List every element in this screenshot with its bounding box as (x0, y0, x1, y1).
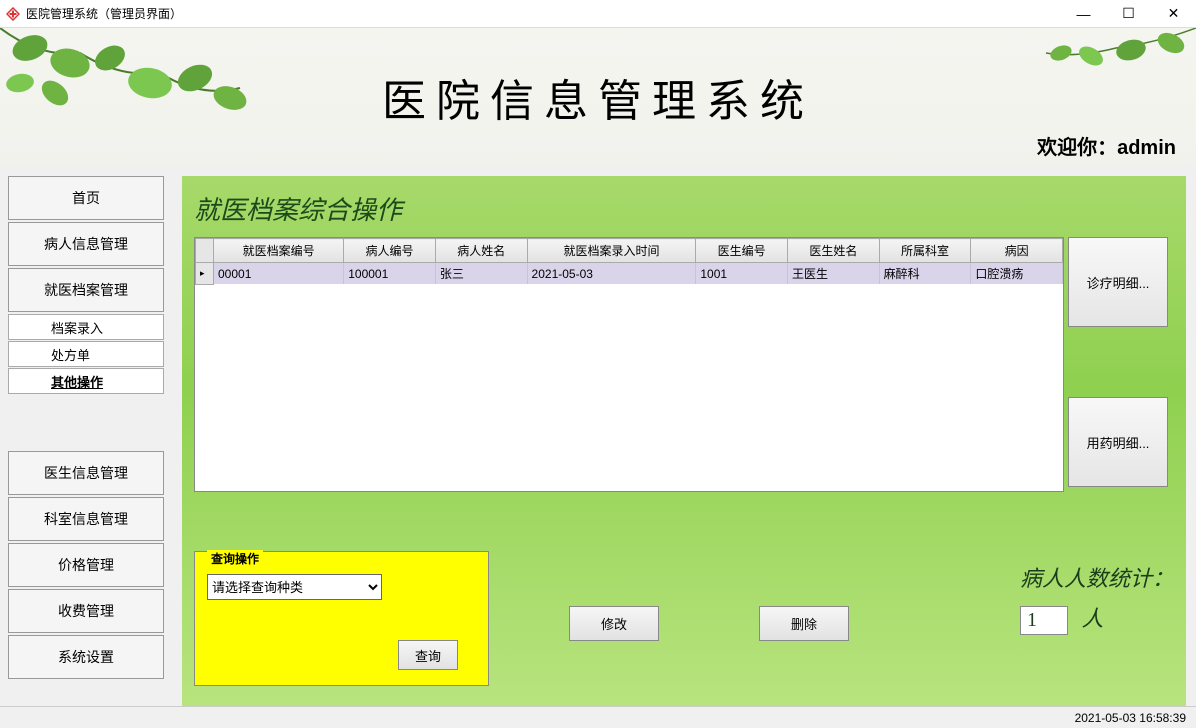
records-table[interactable]: 就医档案编号 病人编号 病人姓名 就医档案录入时间 医生编号 医生姓名 所属科室… (194, 237, 1064, 492)
nav-home[interactable]: 首页 (8, 176, 164, 220)
col-record-id[interactable]: 就医档案编号 (214, 239, 344, 263)
modify-button[interactable]: 修改 (569, 606, 659, 641)
banner: 医院信息管理系统 欢迎你：admin (0, 28, 1196, 166)
nav-sub-other-ops[interactable]: 其他操作 (8, 368, 164, 394)
nav-sub-prescription[interactable]: 处方单 (8, 341, 164, 367)
nav-dept-info[interactable]: 科室信息管理 (8, 497, 164, 541)
main-panel: 就医档案综合操作 就医档案编号 病人编号 病人姓名 就医档案录入时间 医生编号 … (182, 176, 1186, 706)
col-cause[interactable]: 病因 (971, 239, 1063, 263)
query-panel: 查询操作 请选择查询种类 查询 (194, 551, 489, 686)
banner-title: 医院信息管理系统 (382, 65, 814, 129)
table-row[interactable]: ▸ 00001 100001 张三 2021-05-03 1001 王医生 麻醉… (196, 263, 1063, 285)
sidebar: 首页 病人信息管理 就医档案管理 档案录入 处方单 其他操作 医生信息管理 科室… (0, 166, 172, 706)
medicine-detail-button[interactable]: 用药明细... (1068, 397, 1168, 487)
titlebar: 医院管理系统（管理员界面） — ☐ ✕ (0, 0, 1196, 28)
leaves-decoration-right (1016, 28, 1196, 88)
statusbar-datetime: 2021-05-03 16:58:39 (1075, 711, 1186, 725)
main-title: 就医档案综合操作 (194, 186, 1174, 237)
minimize-button[interactable]: — (1061, 0, 1106, 28)
nav-price-mgmt[interactable]: 价格管理 (8, 543, 164, 587)
col-patient-id[interactable]: 病人编号 (344, 239, 436, 263)
nav-sys-settings[interactable]: 系统设置 (8, 635, 164, 679)
app-icon (6, 7, 20, 21)
query-type-select[interactable]: 请选择查询种类 (207, 574, 382, 600)
close-button[interactable]: ✕ (1151, 0, 1196, 28)
statusbar: 2021-05-03 16:58:39 (0, 706, 1196, 728)
nav-fee-mgmt[interactable]: 收费管理 (8, 589, 164, 633)
nav-medical-record[interactable]: 就医档案管理 (8, 268, 164, 312)
window-title: 医院管理系统（管理员界面） (26, 5, 182, 22)
query-button[interactable]: 查询 (398, 640, 458, 670)
col-patient-name[interactable]: 病人姓名 (435, 239, 527, 263)
col-entry-time[interactable]: 就医档案录入时间 (527, 239, 696, 263)
welcome-text: 欢迎你：admin (1037, 131, 1176, 160)
delete-button[interactable]: 删除 (759, 606, 849, 641)
col-dept[interactable]: 所属科室 (879, 239, 971, 263)
col-doctor-name[interactable]: 医生姓名 (788, 239, 880, 263)
patient-count-stats: 病人人数统计： 1 人 (1020, 561, 1174, 635)
nav-doctor-info[interactable]: 医生信息管理 (8, 451, 164, 495)
maximize-button[interactable]: ☐ (1106, 0, 1151, 28)
nav-patient-info[interactable]: 病人信息管理 (8, 222, 164, 266)
query-legend: 查询操作 (207, 550, 263, 567)
col-doctor-id[interactable]: 医生编号 (696, 239, 788, 263)
nav-sub-record-entry[interactable]: 档案录入 (8, 314, 164, 340)
patient-count-value: 1 (1020, 606, 1068, 635)
leaves-decoration-left (0, 28, 300, 166)
diagnosis-detail-button[interactable]: 诊疗明细... (1068, 237, 1168, 327)
